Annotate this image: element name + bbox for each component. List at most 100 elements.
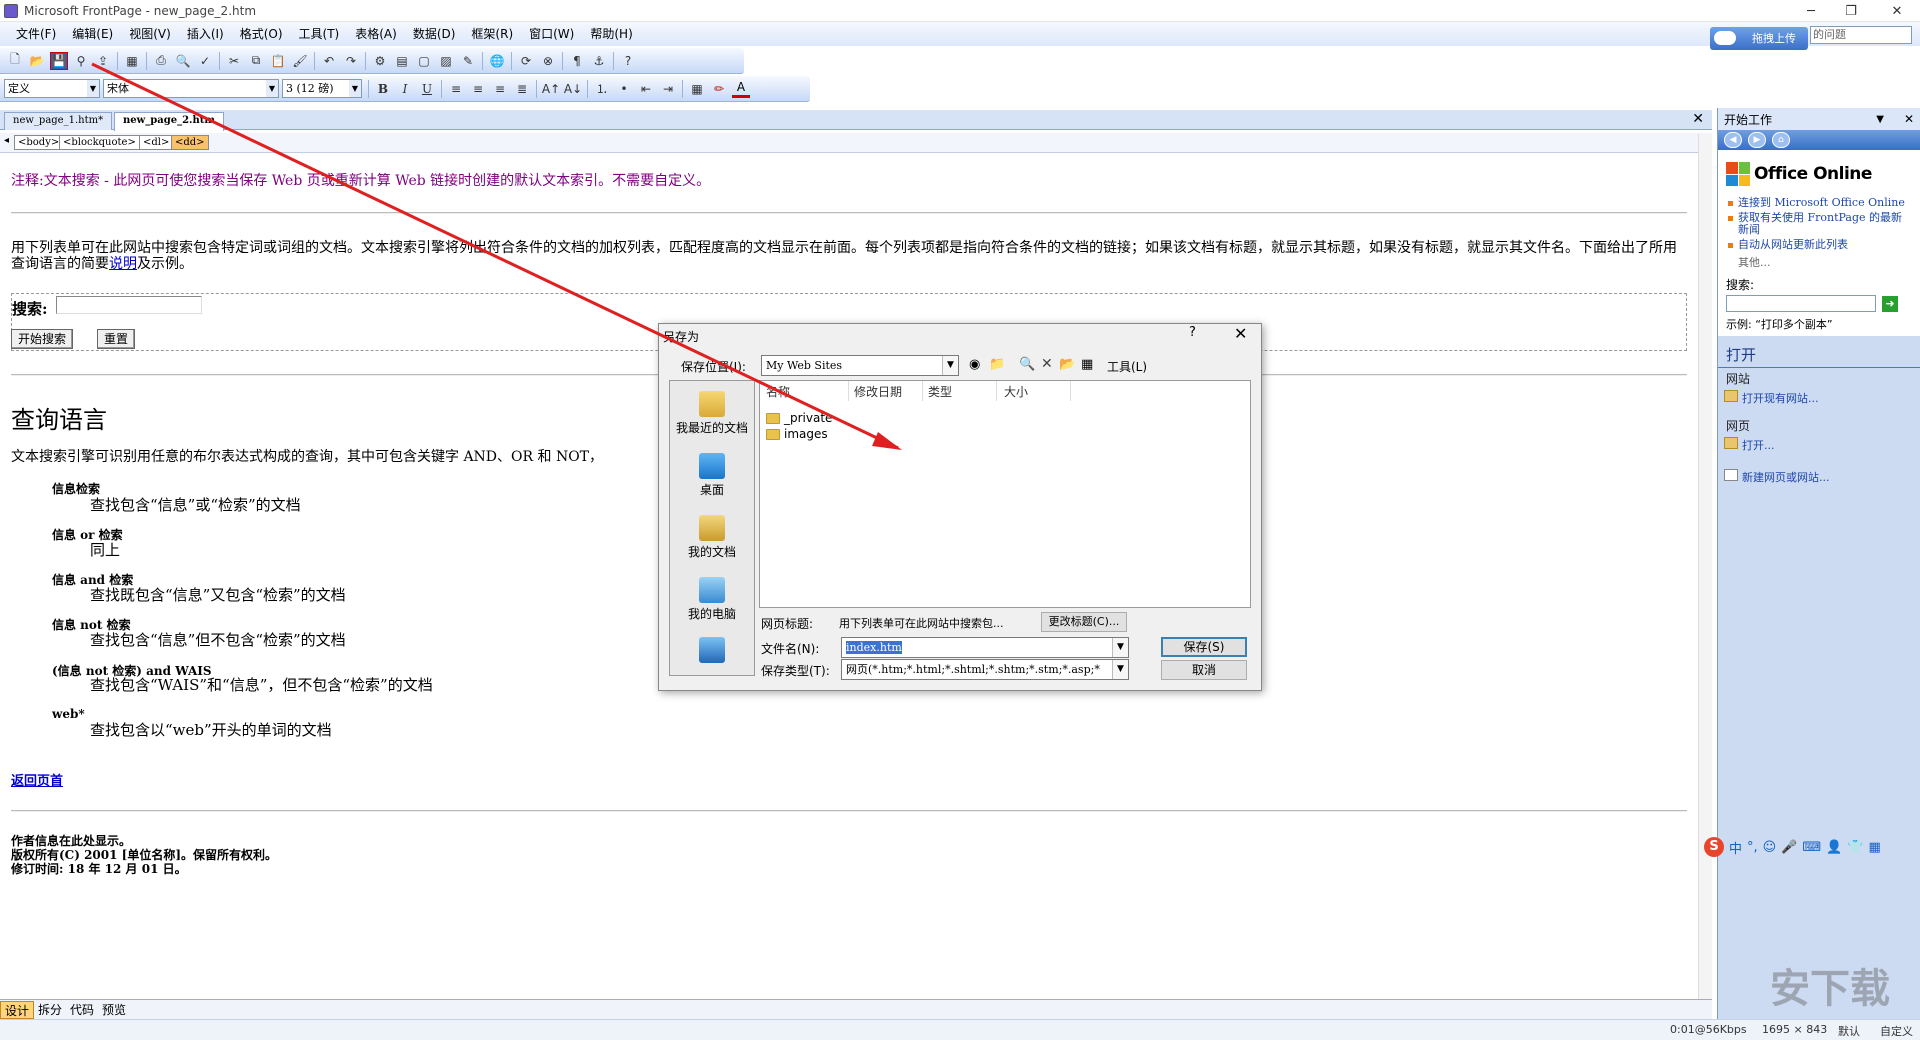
menu-edit[interactable]: 编辑(E) xyxy=(64,22,121,46)
keyboard-icon[interactable]: ⌨ xyxy=(1802,840,1821,855)
menu-insert[interactable]: 插入(I) xyxy=(179,22,232,46)
cut-icon[interactable]: ✂ xyxy=(225,52,243,70)
menu-help[interactable]: 帮助(H) xyxy=(582,22,640,46)
tag-blockquote[interactable]: <blockquote> xyxy=(59,135,140,150)
menu-file[interactable]: 文件(F) xyxy=(8,22,64,46)
description-link[interactable]: 说明 xyxy=(109,256,137,272)
hyperlink-icon[interactable]: 🌐 xyxy=(488,52,506,70)
view-tab-split[interactable]: 拆分 xyxy=(34,1001,66,1019)
filetype-select[interactable]: 网页(*.htm;*.html;*.shtml;*.shtm;*.stm;*.a… xyxy=(841,659,1129,680)
link-latest-news[interactable]: 获取有关使用 FrontPage 的最新新闻 xyxy=(1726,212,1912,236)
editor-scrollbar[interactable] xyxy=(1698,134,1712,1000)
forward-icon[interactable]: ▶ xyxy=(1748,132,1766,148)
close-window-button[interactable]: ✕ xyxy=(1874,0,1920,22)
drawing-icon[interactable]: ✎ xyxy=(459,52,477,70)
align-left-icon[interactable]: ≡ xyxy=(447,80,465,98)
print-icon[interactable]: ⎙ xyxy=(152,52,170,70)
spelling-icon[interactable]: ✓ xyxy=(196,52,214,70)
toggle-pane-icon[interactable]: ▦ xyxy=(123,52,141,70)
column-size[interactable]: 大小 xyxy=(1004,383,1028,400)
menu-window[interactable]: 窗口(W) xyxy=(521,22,582,46)
column-modified[interactable]: 修改日期 xyxy=(854,383,902,400)
paste-icon[interactable]: 📋 xyxy=(269,52,287,70)
style-select[interactable]: 定义 ▼ xyxy=(4,79,100,98)
column-name[interactable]: 名称 xyxy=(766,383,790,400)
help-icon[interactable]: ? xyxy=(619,52,637,70)
skin-icon[interactable]: 👕 xyxy=(1847,840,1863,855)
format-painter-icon[interactable]: 🖌 xyxy=(291,52,309,70)
place-desktop[interactable]: 桌面 xyxy=(670,453,754,498)
decrease-font-icon[interactable]: A↓ xyxy=(564,80,582,98)
tools-menu[interactable]: 工具(L) xyxy=(1107,358,1147,375)
font-color-icon[interactable]: A xyxy=(732,80,750,98)
back-to-top-link[interactable]: 返回页首 xyxy=(11,770,63,789)
emoji-icon[interactable]: ☺ xyxy=(1763,840,1777,855)
show-all-icon[interactable]: ¶ xyxy=(568,52,586,70)
link-more[interactable]: 其他... xyxy=(1726,254,1912,270)
align-right-icon[interactable]: ≡ xyxy=(491,80,509,98)
task-search-input[interactable] xyxy=(1726,295,1876,312)
font-size-select[interactable]: 3 (12 磅) ▼ xyxy=(282,79,362,98)
pane-menu-icon[interactable]: ▼ xyxy=(1876,114,1884,125)
save-button[interactable]: 保存(S) xyxy=(1161,637,1247,657)
italic-icon[interactable]: I xyxy=(396,80,414,98)
ask-question-input[interactable]: 的问题 xyxy=(1810,26,1912,44)
anchor-icon[interactable]: ⚓ xyxy=(590,52,608,70)
view-tab-code[interactable]: 代码 xyxy=(66,1001,98,1019)
voice-icon[interactable]: 🎤 xyxy=(1781,840,1797,855)
tag-body[interactable]: <body> xyxy=(14,135,64,150)
delete-icon[interactable]: ✕ xyxy=(1041,356,1053,372)
dialog-close-button[interactable]: ✕ xyxy=(1234,324,1247,343)
back-icon[interactable]: ◉ xyxy=(969,357,980,372)
sogou-icon[interactable]: S xyxy=(1704,837,1724,857)
tag-dl[interactable]: <dl> xyxy=(139,135,174,150)
borders-icon[interactable]: ▦ xyxy=(688,80,706,98)
align-center-icon[interactable]: ≡ xyxy=(469,80,487,98)
user-icon[interactable]: 👤 xyxy=(1826,840,1842,855)
menu-format[interactable]: 格式(O) xyxy=(232,22,291,46)
web-component-icon[interactable]: ⚙ xyxy=(371,52,389,70)
increase-font-icon[interactable]: A↑ xyxy=(542,80,560,98)
close-pane-icon[interactable]: ✕ xyxy=(1904,112,1914,126)
numbering-icon[interactable]: ⒈ xyxy=(593,80,611,98)
file-item[interactable]: images xyxy=(766,427,828,441)
insert-layer-icon[interactable]: ▢ xyxy=(415,52,433,70)
insert-table-icon[interactable]: ▤ xyxy=(393,52,411,70)
home-icon[interactable]: ⌂ xyxy=(1772,132,1790,148)
go-arrow-icon[interactable]: ➜ xyxy=(1882,295,1898,312)
undo-icon[interactable]: ↶ xyxy=(320,52,338,70)
publish-icon[interactable]: ⇪ xyxy=(94,52,112,70)
justify-icon[interactable]: ≣ xyxy=(513,80,531,98)
start-search-button[interactable]: 开始搜索 xyxy=(11,329,74,349)
link-connect-office-online[interactable]: 连接到 Microsoft Office Online xyxy=(1726,197,1912,209)
reset-button[interactable]: 重置 xyxy=(97,329,136,349)
dialog-help-button[interactable]: ? xyxy=(1189,325,1196,340)
menu-view[interactable]: 视图(V) xyxy=(121,22,179,46)
refresh-icon[interactable]: ⟳ xyxy=(517,52,535,70)
file-item[interactable]: _private xyxy=(766,411,832,425)
cancel-button[interactable]: 取消 xyxy=(1161,660,1247,680)
menu-table[interactable]: 表格(A) xyxy=(347,22,405,46)
new-page-icon[interactable]: 🗋 xyxy=(6,52,24,70)
open-page[interactable]: 打开... xyxy=(1718,436,1920,454)
decrease-indent-icon[interactable]: ⇤ xyxy=(637,80,655,98)
increase-indent-icon[interactable]: ⇥ xyxy=(659,80,677,98)
change-title-button[interactable]: 更改标题(C)... xyxy=(1041,612,1127,632)
tag-scroll-left-icon[interactable]: ◂ xyxy=(4,135,9,146)
place-documents[interactable]: 我的文档 xyxy=(670,515,754,560)
menu-tools[interactable]: 工具(T) xyxy=(291,22,348,46)
menu-data[interactable]: 数据(D) xyxy=(405,22,464,46)
open-icon[interactable]: 📂 xyxy=(28,52,46,70)
stop-icon[interactable]: ⊗ xyxy=(539,52,557,70)
search-input[interactable] xyxy=(56,296,202,314)
redo-icon[interactable]: ↷ xyxy=(342,52,360,70)
insert-picture-icon[interactable]: ▨ xyxy=(437,52,455,70)
toolbox-icon[interactable]: ▦ xyxy=(1869,840,1881,855)
link-auto-update[interactable]: 自动从网站更新此列表 xyxy=(1726,239,1912,251)
new-page-or-site[interactable]: 新建网页或网站... xyxy=(1718,468,1920,486)
place-computer[interactable]: 我的电脑 xyxy=(670,577,754,622)
view-tab-preview[interactable]: 预览 xyxy=(98,1001,130,1019)
underline-icon[interactable]: U xyxy=(418,80,436,98)
place-recent[interactable]: 我最近的文档 xyxy=(670,391,754,436)
back-icon[interactable]: ◀ xyxy=(1724,132,1742,148)
